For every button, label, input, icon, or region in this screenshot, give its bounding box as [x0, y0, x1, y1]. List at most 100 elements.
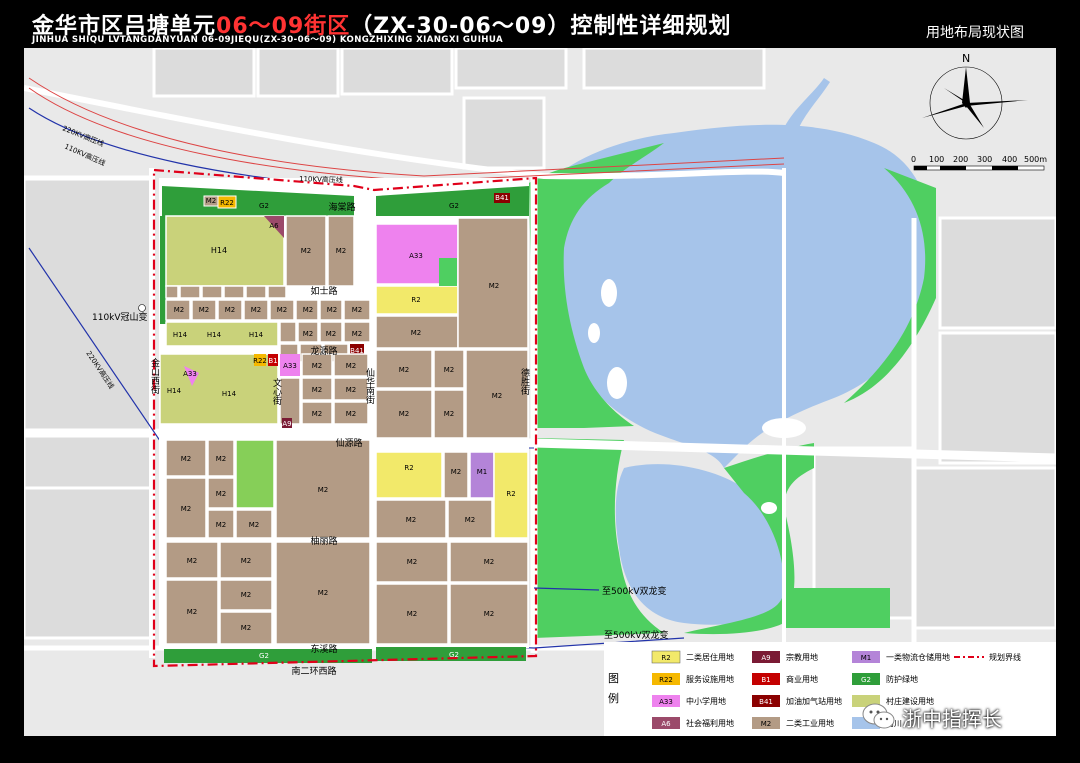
label-m2: M2 [216, 521, 227, 529]
powerline-label: 110KV高压线 [299, 174, 343, 185]
label-m2: M2 [241, 591, 252, 599]
label-m2: M2 [187, 608, 198, 616]
label-m2: M2 [318, 486, 329, 494]
label-m2: M2 [327, 306, 338, 314]
label-a33: A33 [183, 370, 197, 378]
label-m2: M2 [346, 410, 357, 418]
street-label-mid2: 仙华南街 [364, 367, 375, 405]
label-m2: M2 [326, 330, 337, 338]
label-m2: M2 [484, 610, 495, 618]
road-label-youxi: 柚丽路 [310, 535, 337, 547]
legend-code: M2 [761, 720, 772, 728]
legend-label: 规划界线 [989, 652, 1021, 662]
label-a6: A6 [269, 222, 279, 230]
label-m2: M2 [407, 610, 418, 618]
scale-tick: 200 [953, 155, 968, 164]
label-m2: M2 [277, 306, 288, 314]
road-label-rushi: 如士路 [310, 285, 337, 297]
legend-title-li: 例 [608, 691, 619, 705]
legend-label: 中小学用地 [686, 696, 726, 706]
label-m2: M2 [206, 197, 217, 205]
label-m2: M2 [352, 306, 363, 314]
scale-tick: 500m [1024, 155, 1047, 164]
g2-west-strip [160, 216, 166, 324]
legend-code: B41 [759, 698, 773, 706]
legend-label: 二类工业用地 [786, 718, 834, 728]
label-m2: M2 [492, 392, 503, 400]
legend-label: 二类居住用地 [686, 652, 734, 662]
label-m2: M2 [301, 247, 312, 255]
street-label-mid1: 文心街 [271, 377, 282, 406]
legend-label: 社会福利用地 [686, 718, 734, 728]
label-g2: G2 [259, 202, 269, 210]
label-g2: G2 [259, 652, 269, 660]
label-b41: B41 [350, 347, 364, 355]
label-r22: R22 [253, 357, 267, 365]
label-h14-nw: H14 [211, 246, 227, 255]
r2-southeast [375, 451, 443, 499]
label-r2: R2 [411, 296, 420, 304]
map-frame: 金华市区吕塘单元06～09街区（ZX-30-06～09）控制性详细规划 JINH… [0, 0, 1080, 763]
label-m2: M2 [303, 306, 314, 314]
label-m2: M2 [451, 468, 462, 476]
label-m2: M2 [346, 362, 357, 370]
label-b41: B41 [495, 194, 509, 202]
label-m2: M2 [174, 306, 185, 314]
scale-bar: 0 100 200 300 400 500m [911, 155, 1047, 171]
road-label-longlin: 龙源路 [310, 345, 337, 357]
legend-label: 商业用地 [786, 674, 818, 684]
wechat-icon [862, 703, 895, 729]
road-label-haiyan: 海棠路 [328, 201, 355, 213]
label-m2: M2 [303, 330, 314, 338]
land-use-map: H14 M2 M2 R22 M2 A6 G2 G2 B41 A33 R2 M2 … [24, 48, 1056, 736]
label-r2: R2 [404, 464, 413, 472]
north-label: N [962, 52, 970, 65]
header-bar: 金华市区吕塘单元06～09街区（ZX-30-06～09）控制性详细规划 JINH… [0, 0, 1080, 48]
legend-label: 服务设施用地 [686, 674, 734, 684]
label-m2: M2 [312, 386, 323, 394]
label-a33: A33 [409, 252, 423, 260]
legend-code: M1 [861, 654, 872, 662]
scale-tick: 400 [1002, 155, 1017, 164]
label-g2: G2 [449, 202, 459, 210]
watermark: 浙中指挥长 [862, 702, 1002, 732]
label-h14: H14 [167, 387, 182, 395]
label-h14: H14 [207, 331, 222, 339]
label-m2: M2 [181, 505, 192, 513]
green-park-sw [235, 439, 275, 509]
watermark-text: 浙中指挥长 [902, 706, 1002, 731]
label-a33: A33 [283, 362, 297, 370]
label-m2: M2 [318, 589, 329, 597]
label-a9: A9 [282, 420, 291, 428]
label-m2: M2 [444, 366, 455, 374]
label-g2: G2 [449, 651, 459, 659]
label-m2: M2 [399, 366, 410, 374]
label-m2: M2 [312, 362, 323, 370]
legend-code: A9 [761, 654, 770, 662]
legend-label: 加油加气站用地 [786, 696, 842, 706]
legend-label: 一类物流仓储用地 [886, 652, 950, 662]
label-m2: M2 [444, 410, 455, 418]
label-m2: M2 [241, 624, 252, 632]
label-m2: M2 [216, 490, 227, 498]
label-m2: M2 [352, 330, 363, 338]
scale-tick: 300 [977, 155, 992, 164]
label-m2: M2 [312, 410, 323, 418]
label-m2: M2 [484, 558, 495, 566]
label-h14: H14 [173, 331, 188, 339]
label-h14: H14 [249, 331, 264, 339]
label-r2: R2 [506, 490, 515, 498]
substation-label: 110kV冠山变 [92, 311, 148, 323]
label-m2: M2 [216, 455, 227, 463]
legend-code: A6 [661, 720, 671, 728]
label-m2: M2 [241, 557, 252, 565]
m2-east-mid [375, 349, 529, 439]
street-label-west: 金山西街 [149, 357, 160, 395]
label-m2: M2 [489, 282, 500, 290]
label-h14-sw: H14 [222, 390, 237, 398]
legend-code: R22 [659, 676, 673, 684]
label-m2: M2 [336, 247, 347, 255]
label-m2: M2 [399, 410, 410, 418]
label-r22: R22 [220, 199, 234, 207]
legend-label: 宗教用地 [786, 652, 818, 662]
